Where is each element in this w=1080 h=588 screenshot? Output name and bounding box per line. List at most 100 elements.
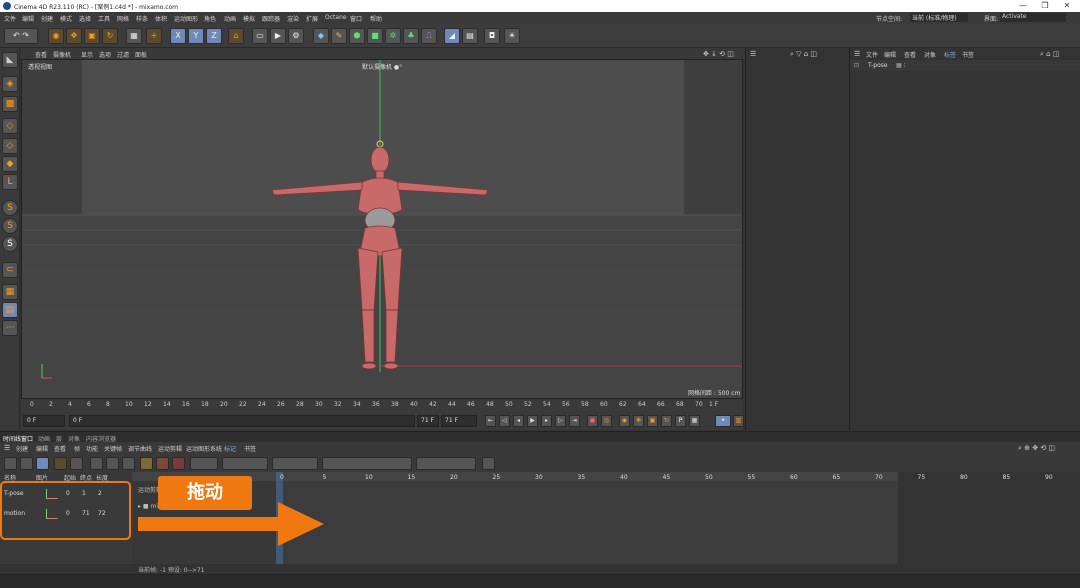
edges-mode-icon[interactable]: ◇ — [2, 138, 18, 154]
y-axis-icon[interactable]: Y — [188, 28, 204, 44]
make-editable-icon[interactable]: ◣ — [2, 52, 18, 68]
pen-icon[interactable]: ✎ — [331, 28, 347, 44]
render-settings-icon[interactable]: ⚙ — [288, 28, 304, 44]
object-visibility-icon[interactable]: ▦ ⁝ — [896, 62, 905, 69]
timeline-menu-icon[interactable]: ☰ — [4, 444, 10, 452]
link-icon[interactable] — [54, 457, 67, 470]
timeline-menu-functions[interactable]: 功能 — [86, 444, 98, 453]
key-param-icon[interactable]: ↻ — [661, 415, 672, 427]
grid-icon[interactable] — [106, 457, 119, 470]
viewport-menu-cameras[interactable]: 摄像机 — [53, 50, 71, 59]
live-select-icon[interactable]: ◉ — [48, 28, 64, 44]
object-name[interactable]: T-pose — [868, 62, 888, 69]
boole-icon[interactable]: ♣ — [403, 28, 419, 44]
menu-octane[interactable]: Octane — [325, 14, 347, 21]
object-menu-tags[interactable]: 标签 — [944, 50, 956, 59]
max-frame-field[interactable]: 71 F — [441, 415, 477, 427]
timeline-menu-edit[interactable]: 编辑 — [36, 444, 48, 453]
3d-viewport[interactable]: 透视视图 默认摄像机 ●° 网格间距 : 500 cm — [21, 59, 743, 399]
prev-key-icon[interactable]: ◁ — [499, 415, 510, 427]
node-space-dropdown[interactable]: 当前 (标准/物理) — [910, 13, 968, 22]
toolbar-group-b-icon[interactable] — [222, 457, 268, 470]
scale-icon[interactable]: ▣ — [84, 28, 100, 44]
object-menu-edit[interactable]: 编辑 — [884, 50, 896, 59]
model-mode-icon[interactable]: ◈ — [2, 76, 18, 92]
viewport-menu-options[interactable]: 选项 — [99, 50, 111, 59]
toolbar-grid-icon[interactable] — [482, 457, 495, 470]
motion-mode-icon[interactable] — [36, 457, 49, 470]
timeline-menu-bookmarks[interactable]: 书签 — [244, 444, 256, 453]
next-frame-icon[interactable]: ▸ — [541, 415, 552, 427]
menu-create[interactable]: 创建 — [41, 14, 53, 23]
menu-simulate[interactable]: 模拟 — [243, 14, 255, 23]
menu-help[interactable]: 帮助 — [370, 14, 382, 23]
add-motion-clip-icon[interactable] — [140, 457, 153, 470]
key-position-icon[interactable]: ◉ — [619, 415, 630, 427]
object-menu-icon[interactable]: ☰ — [854, 50, 860, 58]
menu-animation[interactable]: 动画 — [224, 14, 236, 23]
frame-ruler[interactable]: 0 2 4 6 8 10 12 14 16 18 20 22 24 26 28 30 32 34 36 38 40 42 4… — [21, 399, 743, 412]
object-row[interactable]: ⊡ T-pose ▦ ⁝ — [850, 60, 1080, 71]
timeline-menu-keys[interactable]: 关键帧 — [104, 444, 122, 453]
object-search-icon[interactable]: ⌕ ⌂ ◫ — [1040, 50, 1059, 59]
polygons-mode-icon[interactable]: ◆ — [2, 156, 18, 172]
locked-workplane-icon[interactable]: ▤ — [2, 302, 18, 318]
cube-icon[interactable]: ◆ — [313, 28, 329, 44]
add-pose-icon[interactable] — [172, 457, 185, 470]
deformer-icon[interactable]: ⎍ — [421, 28, 437, 44]
range-start-field[interactable]: 0 F — [69, 415, 415, 427]
panel-menu-icon[interactable]: ☰ — [750, 50, 756, 58]
menu-spline[interactable]: 样条 — [136, 14, 148, 23]
menu-render[interactable]: 渲染 — [287, 14, 299, 23]
timeline-menu-motion[interactable]: 运动剪辑 — [158, 444, 182, 453]
next-key-icon[interactable]: ▷ — [555, 415, 566, 427]
timeline-menu-fcurve[interactable]: 调节曲线 — [128, 444, 152, 453]
current-frame-field[interactable]: 0 F — [23, 415, 65, 427]
toolbar-group-a-icon[interactable] — [190, 457, 218, 470]
light-icon[interactable]: ☀ — [504, 28, 520, 44]
recent-tool-icon[interactable]: ▦ — [126, 28, 142, 44]
add-motion-layer-icon[interactable] — [156, 457, 169, 470]
axis-mode-icon[interactable]: L — [2, 174, 18, 190]
layer-icon[interactable] — [70, 457, 83, 470]
go-to-start-icon[interactable]: ⇤ — [485, 415, 496, 427]
menu-tools[interactable]: 工具 — [98, 14, 110, 23]
menu-character[interactable]: 角色 — [204, 14, 216, 23]
timeline-menu-create[interactable]: 创建 — [16, 444, 28, 453]
z-axis-icon[interactable]: Z — [206, 28, 222, 44]
timeline-nav-icon[interactable]: ⌕ ⊕ ✥ ⟲ ◫ — [1018, 444, 1055, 453]
move-plus-icon[interactable]: + — [146, 28, 162, 44]
subdivision-icon[interactable]: ⬢ — [349, 28, 365, 44]
undo-redo-icon[interactable]: ↶ ↷ — [4, 28, 38, 44]
viewport-menu-filter[interactable]: 过滤 — [117, 50, 129, 59]
key-rotation-icon[interactable]: ▣ — [647, 415, 658, 427]
timeline-menu-view[interactable]: 查看 — [54, 444, 66, 453]
viewport-menu-display[interactable]: 显示 — [81, 50, 93, 59]
move-icon[interactable]: ✥ — [66, 28, 82, 44]
object-menu-object[interactable]: 对象 — [924, 50, 936, 59]
key-pla-icon[interactable]: P — [675, 415, 686, 427]
timeline-menu-markers[interactable]: 标记 — [224, 444, 236, 453]
render-picture-viewer-icon[interactable]: ▶ — [270, 28, 286, 44]
key-mode-icon[interactable]: ✦ — [715, 415, 731, 427]
dope-sheet-icon[interactable] — [4, 457, 17, 470]
menu-select[interactable]: 选择 — [79, 14, 91, 23]
environment-icon[interactable]: ◢ — [444, 28, 460, 44]
cloner-icon[interactable]: ✲ — [385, 28, 401, 44]
toolbar-group-d-icon[interactable] — [322, 457, 412, 470]
workplane-snap-icon[interactable]: S — [2, 236, 18, 252]
key-grid-icon[interactable]: ▦ — [689, 415, 700, 427]
object-menu-bookmarks[interactable]: 书签 — [962, 50, 974, 59]
restore-button[interactable]: ❐ — [1034, 1, 1056, 10]
filter-icon[interactable] — [90, 457, 103, 470]
viewport-menu-panel[interactable]: 面板 — [135, 50, 147, 59]
snap-icon[interactable]: S — [2, 200, 18, 216]
menu-edit[interactable]: 编辑 — [22, 14, 34, 23]
close-button[interactable]: ✕ — [1056, 1, 1078, 10]
menu-window[interactable]: 窗口 — [350, 14, 362, 23]
timeline-menu-frame[interactable]: 帧 — [74, 444, 80, 453]
object-menu-view[interactable]: 查看 — [904, 50, 916, 59]
record-icon[interactable]: ● — [587, 415, 598, 427]
sound-icon[interactable]: ▥ — [733, 415, 744, 427]
snap-keys-icon[interactable] — [122, 457, 135, 470]
